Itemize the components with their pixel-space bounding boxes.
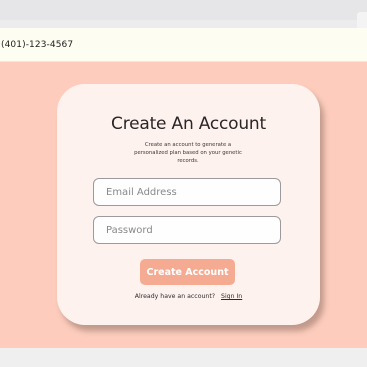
browser-toolbar	[0, 0, 367, 20]
email-field[interactable]	[93, 178, 281, 206]
password-input[interactable]	[94, 217, 280, 243]
email-input[interactable]	[94, 179, 280, 205]
browser-tab[interactable]	[357, 12, 367, 28]
signin-link[interactable]: Sign In	[221, 293, 242, 300]
signin-prompt-row: Already have an account? Sign In	[57, 293, 320, 300]
phone-number[interactable]: (401)-123-4567	[1, 40, 73, 50]
password-field[interactable]	[93, 216, 281, 244]
page-footer-band	[0, 348, 367, 367]
browser-chrome	[0, 0, 367, 28]
signin-prompt-text: Already have an account?	[134, 293, 216, 300]
page-title: Create An Account	[111, 114, 266, 134]
card-subtitle: Create an account to generate a personal…	[134, 142, 242, 164]
contact-header: (401)-123-4567	[0, 28, 367, 62]
create-account-button[interactable]: Create Account	[140, 259, 235, 285]
